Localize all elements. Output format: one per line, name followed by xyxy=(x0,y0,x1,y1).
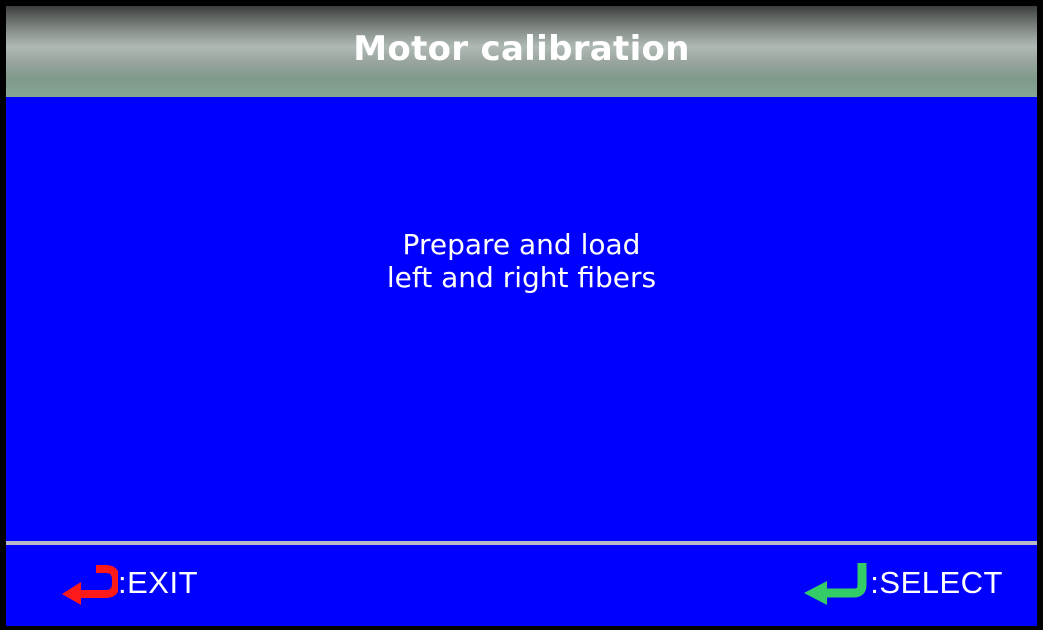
screen-title: Motor calibration xyxy=(353,28,690,69)
exit-softkey[interactable]: :EXIT xyxy=(56,561,198,605)
softkey-bar: :EXIT :SELECT xyxy=(6,545,1037,626)
select-label: :SELECT xyxy=(870,565,1003,600)
return-arrow-icon xyxy=(56,561,118,605)
exit-label: :EXIT xyxy=(118,565,199,600)
select-softkey[interactable]: :SELECT xyxy=(800,561,1003,605)
instruction-message: Prepare and load left and right fibers xyxy=(6,228,1037,294)
instruction-line-1: Prepare and load xyxy=(402,228,641,261)
title-bar: Motor calibration xyxy=(6,6,1037,97)
enter-arrow-icon xyxy=(800,561,870,605)
calibration-screen: Motor calibration Prepare and load left … xyxy=(6,6,1037,626)
instruction-line-2: left and right fibers xyxy=(386,261,657,294)
